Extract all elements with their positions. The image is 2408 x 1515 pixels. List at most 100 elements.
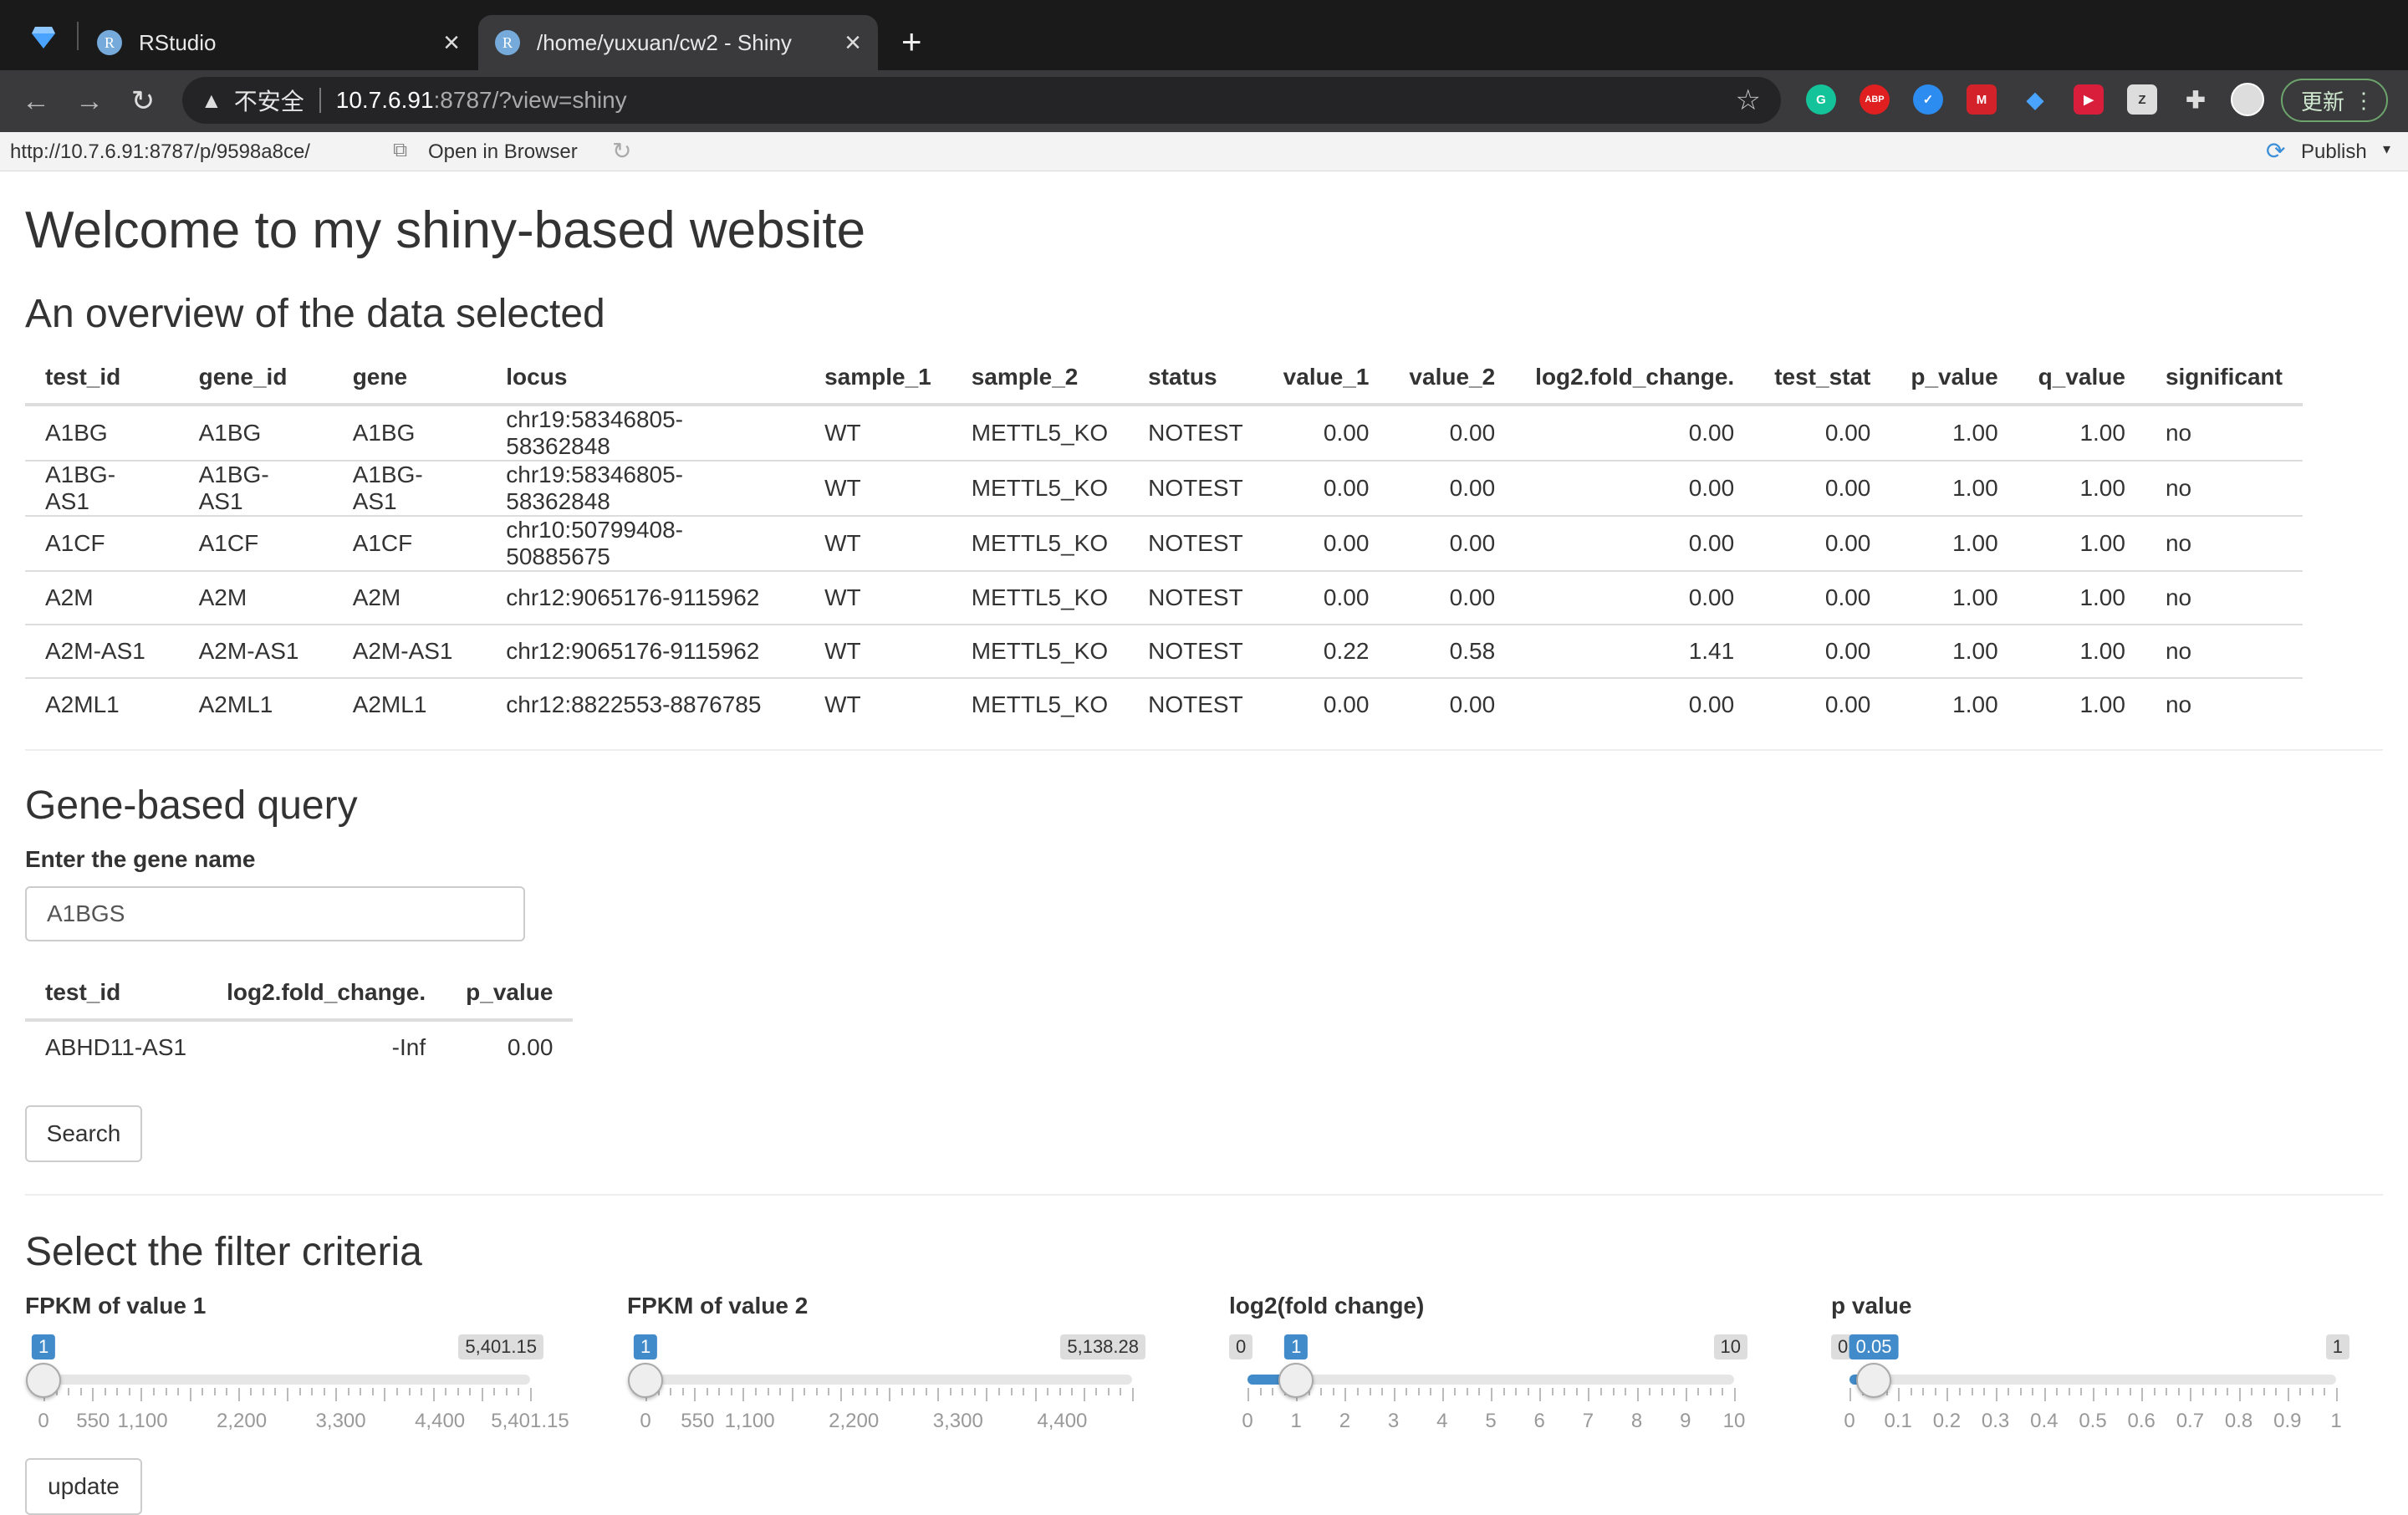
extension-gray-icon[interactable]: Z — [2127, 84, 2157, 115]
slider-tick — [949, 1388, 951, 1395]
slider-tick — [92, 1388, 94, 1401]
slider-tick — [287, 1388, 288, 1401]
close-icon[interactable]: × — [443, 27, 460, 59]
tab-shiny[interactable]: R /home/yuxuan/cw2 - Shiny × — [478, 15, 878, 70]
tab-rstudio[interactable]: R RStudio × — [84, 15, 477, 70]
overview-table: test_id gene_id gene locus sample_1 sample_2 s… — [25, 351, 2303, 731]
slider-track[interactable] — [645, 1375, 1132, 1385]
mendeley-icon[interactable]: M — [1967, 84, 1997, 115]
table-cell: A1CF — [178, 515, 333, 571]
address-bar[interactable]: ▲ 不安全 10.7.6.91 :8787/?view=shiny ☆ — [182, 77, 1781, 124]
slider-tick — [1971, 1388, 1973, 1395]
browser-tab-bar: R RStudio × R /home/yuxuan/cw2 - Shiny ×… — [0, 0, 2408, 70]
slider-handle[interactable] — [1278, 1363, 1314, 1398]
new-tab-icon[interactable]: + — [901, 22, 922, 62]
slider-tick-label: 8 — [1630, 1410, 1643, 1432]
page-title: Welcome to my shiny-based website — [25, 201, 866, 259]
slider-tick — [2311, 1388, 2314, 1395]
reload-icon[interactable]: ↻ — [124, 82, 162, 120]
slider-track[interactable] — [1849, 1375, 2336, 1385]
slider-handle[interactable] — [1856, 1363, 1892, 1398]
slider-track[interactable] — [1247, 1375, 1734, 1385]
slider-track[interactable] — [43, 1375, 530, 1385]
slider-tick — [250, 1388, 253, 1395]
slider-tick — [742, 1388, 745, 1401]
slider-ticks — [43, 1388, 532, 1401]
table-cell: 0.00 — [1263, 677, 1390, 731]
range-slider[interactable]: FPKM of value 205,138.28105501,1002,2003… — [627, 1293, 1162, 1435]
close-icon[interactable]: × — [844, 27, 861, 59]
slider-tick — [1083, 1388, 1085, 1401]
range-slider[interactable]: FPKM of value 105,401.15105501,1002,2003… — [25, 1293, 569, 1435]
slider-tick — [1685, 1388, 1687, 1401]
gem-icon[interactable]: ◆ — [2020, 84, 2050, 115]
slider-tick-label: 5,401.15 — [491, 1410, 569, 1432]
security-label[interactable]: 不安全 — [234, 84, 304, 117]
table-cell: no — [2145, 570, 2303, 625]
slider-tick-label: 0 — [38, 1410, 49, 1432]
slider-tick — [1023, 1388, 1025, 1395]
forward-icon[interactable]: → — [70, 82, 109, 120]
slider-tick — [505, 1388, 508, 1395]
search-button[interactable]: Search — [25, 1105, 142, 1162]
slider-tick — [2336, 1388, 2338, 1401]
slider-tick-label: 0.2 — [1932, 1410, 1962, 1432]
slider-tick — [937, 1388, 940, 1401]
slider-tick-label: 5 — [1485, 1410, 1497, 1432]
adblock-icon[interactable]: ABP — [1860, 84, 1890, 115]
gem-icon[interactable] — [32, 27, 55, 48]
slider-tick — [335, 1388, 338, 1401]
table-cell: 0.00 — [1754, 570, 1891, 625]
publish-button[interactable]: Publish — [2301, 140, 2367, 164]
slider-tick — [2287, 1388, 2289, 1401]
chevron-down-icon[interactable]: ▾ — [2383, 140, 2390, 158]
slider-label: FPKM of value 2 — [627, 1293, 809, 1319]
extension-icon[interactable]: ✓ — [1913, 84, 1943, 115]
range-slider[interactable]: log2(fold change) 0 10 1 0 1 2 3 4 5 6 7 8 9 10 — [1229, 1293, 1764, 1435]
table-cell: 1.00 — [2018, 515, 2145, 571]
gene-name-input[interactable]: A1BGS — [25, 886, 525, 941]
slider-tick — [1995, 1388, 1997, 1401]
rstudio-viewer-bar: http://10.7.6.91:8787/p/9598a8ce/ ⧉ Open… — [0, 132, 2408, 171]
table-cell: A2M-AS1 — [25, 624, 179, 678]
publish-icon[interactable]: ⟳ — [2266, 137, 2285, 165]
table-cell: NOTEST — [1128, 404, 1263, 461]
url-host: 10.7.6.91 — [335, 87, 434, 113]
slider-handle[interactable] — [628, 1363, 664, 1398]
slider-tick — [2019, 1388, 2022, 1395]
star-icon[interactable]: ☆ — [1736, 84, 1761, 117]
update-browser-button[interactable]: 更新 ⋮ — [2281, 79, 2388, 122]
table-cell: 1.00 — [1890, 677, 2018, 731]
slider-tick-label: 0.7 — [2176, 1410, 2205, 1432]
puzzle-icon[interactable]: ✚ — [2181, 84, 2211, 115]
slider-tick — [1247, 1388, 1249, 1401]
column-header: test_id — [25, 351, 179, 406]
slider-tick — [681, 1388, 684, 1395]
slider-tick — [1393, 1388, 1395, 1401]
slider-tick — [237, 1388, 240, 1401]
open-browser-icon[interactable]: ⧉ — [393, 139, 407, 162]
slider-ticks — [1247, 1388, 1736, 1401]
extension-red-icon[interactable]: ▶ — [2074, 84, 2104, 115]
update-button[interactable]: update — [25, 1458, 142, 1515]
back-icon[interactable]: ← — [17, 82, 55, 120]
slider-tick — [226, 1388, 228, 1395]
open-in-browser-button[interactable]: Open in Browser — [428, 140, 578, 164]
slider-tick-label: 3,300 — [932, 1410, 983, 1432]
avatar[interactable] — [2231, 83, 2264, 116]
slider-tick — [986, 1388, 988, 1401]
slider-tick — [1722, 1388, 1724, 1395]
slider-tick — [2068, 1388, 2070, 1395]
refresh-icon[interactable]: ↻ — [612, 137, 631, 165]
slider-handle[interactable] — [26, 1363, 62, 1398]
slider-tick — [457, 1388, 459, 1395]
grammarly-icon[interactable]: G — [1806, 84, 1836, 115]
range-slider[interactable]: p value 0 1 0.05 0 0.1 0.2 0.3 0.4 0.5 0.6 0.7 0.8 0.… — [1831, 1293, 2366, 1435]
slider-tick — [1910, 1388, 1912, 1395]
slider-tick — [1356, 1388, 1359, 1395]
slider-tick — [2263, 1388, 2265, 1395]
table-cell: 1.00 — [2018, 404, 2145, 461]
slider-tick-label: 0 — [1242, 1410, 1253, 1432]
slider-tick — [384, 1388, 386, 1401]
slider-tick — [530, 1388, 532, 1401]
